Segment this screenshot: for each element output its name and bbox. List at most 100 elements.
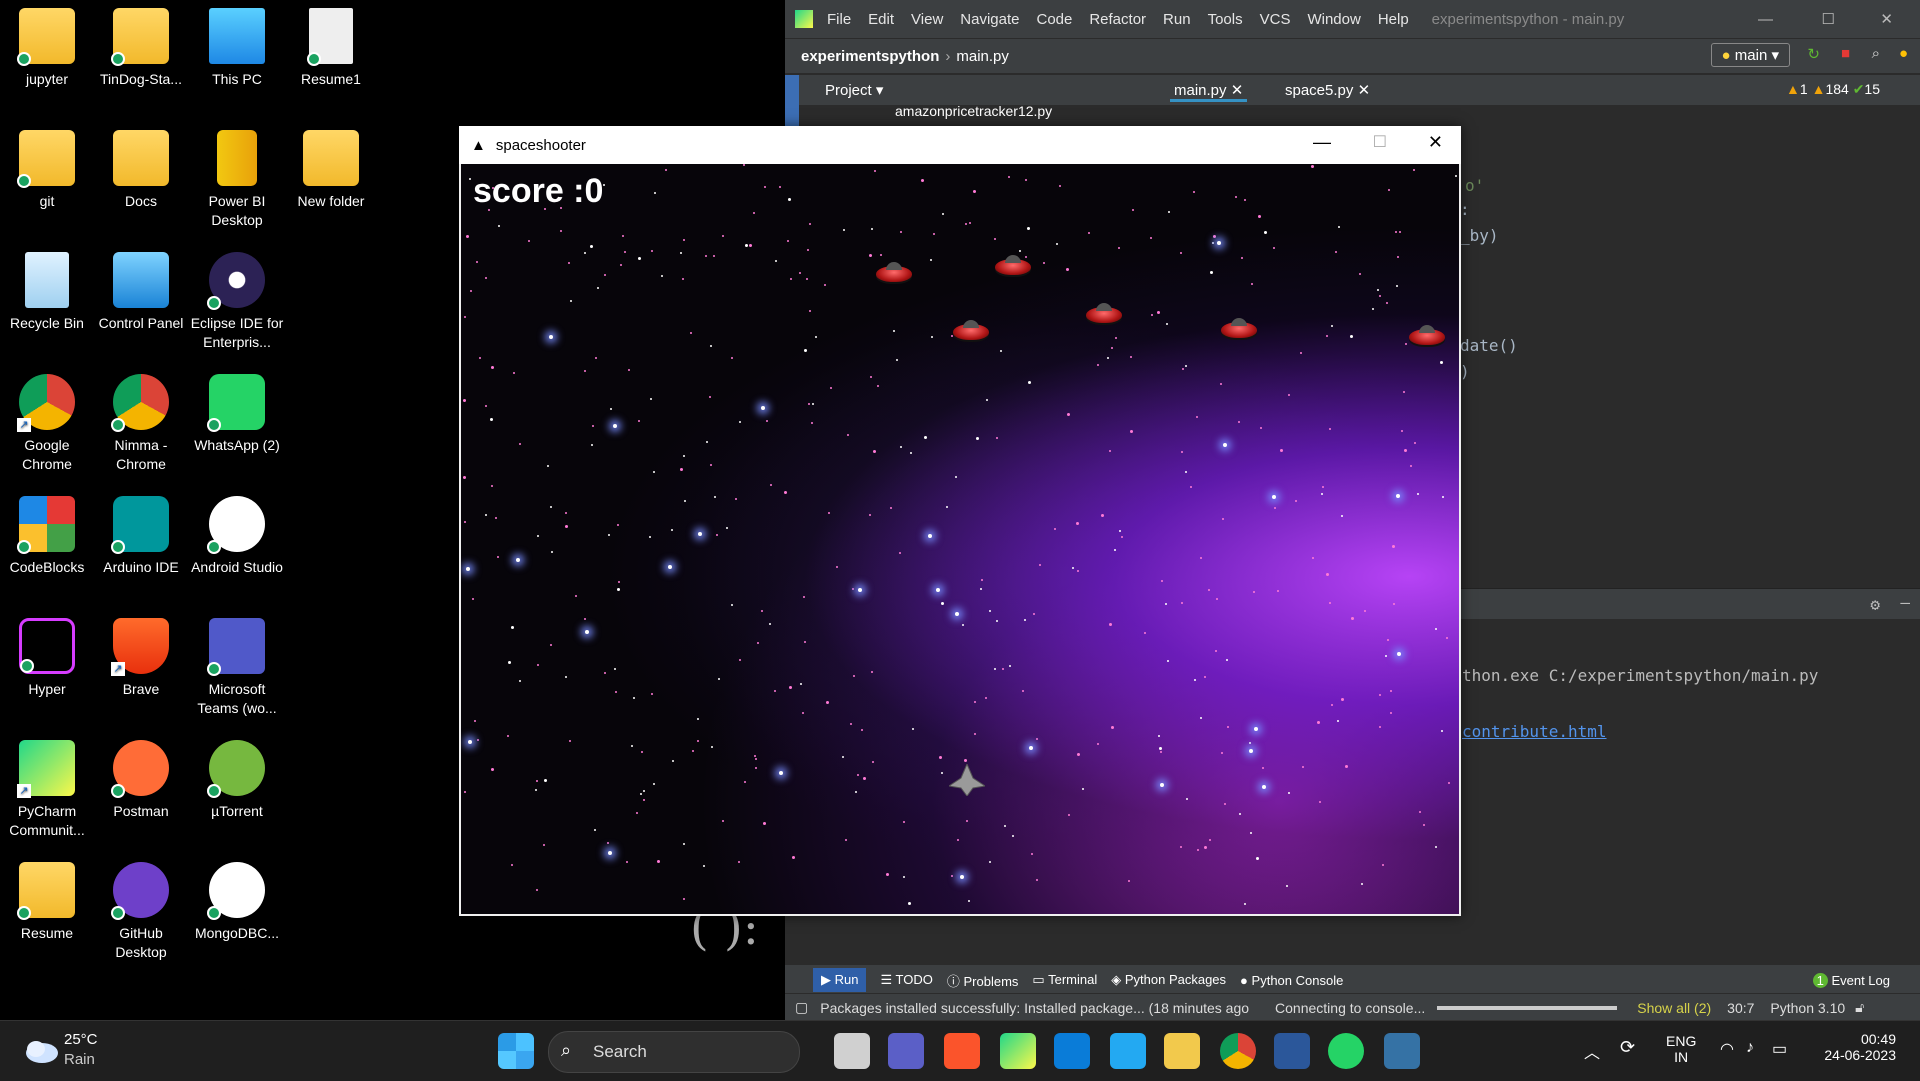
status-message[interactable]: Packages installed successfully: Install… [820,1000,1249,1016]
desktop-icon-utorrent[interactable]: µTorrent [190,740,284,821]
word-icon[interactable] [1274,1033,1310,1069]
teams-chat-icon[interactable] [888,1033,924,1069]
desktop-icon-hyper[interactable]: Hyper [0,618,94,699]
maximize-icon[interactable]: ☐ [1822,10,1835,28]
menu-navigate[interactable]: Navigate [960,11,1019,28]
menu-refactor[interactable]: Refactor [1089,11,1146,28]
desktop-icon-recycle-bin[interactable]: Recycle Bin [0,252,94,333]
desktop-icon-resume1[interactable]: Resume1 [284,8,378,89]
windows-start-icon[interactable] [498,1033,534,1069]
wifi-icon[interactable]: ◠ [1720,1039,1734,1059]
desktop-icon-arduino[interactable]: Arduino IDE [94,496,188,577]
sync-icon[interactable]: ⟳ [1620,1037,1635,1058]
volume-icon[interactable]: ♪ [1746,1039,1754,1057]
breadcrumb-project[interactable]: experimentspython [801,48,939,65]
desktop-icon-nimma-chrome[interactable]: Nimma - Chrome [94,374,188,474]
pycharm-icon[interactable] [1000,1033,1036,1069]
tab-todo[interactable]: ☰ TODO [880,972,932,988]
desktop-icon-teams[interactable]: Microsoft Teams (wo... [190,618,284,718]
chevron-up-icon[interactable]: ︿ [1584,1039,1600,1063]
desktop-icon-pycharm[interactable]: ↗ PyCharm Communit... [0,740,94,840]
desktop-icon-android-studio[interactable]: Android Studio [190,496,284,577]
desktop-icon-whatsapp[interactable]: WhatsApp (2) [190,374,284,455]
breadcrumb-file[interactable]: main.py [956,48,1009,65]
brave-icon[interactable] [944,1033,980,1069]
clock[interactable]: 00:49 24-06-2023 [1824,1031,1896,1063]
rerun-icon[interactable]: ↻ [1807,45,1820,63]
menu-code[interactable]: Code [1036,11,1072,28]
desktop-icon-brave[interactable]: ↗ Brave [94,618,188,699]
menu-file[interactable]: File [827,11,851,28]
desktop-icon-resume[interactable]: Resume [0,862,94,943]
cursor-position[interactable]: 30:7 [1727,1000,1754,1016]
run-console[interactable]: ⚙ — thon.exe C:/experimentspython/main.p… [1460,588,1920,963]
desktop-icon-google-chrome[interactable]: ↗ Google Chrome [0,374,94,474]
search-box[interactable]: ⌕ Search [548,1031,800,1073]
menu-tools[interactable]: Tools [1208,11,1243,28]
python-running-icon[interactable] [1384,1033,1420,1069]
tab-problems[interactable]: ⓘ Problems [947,971,1019,990]
desktop-icon-tindog[interactable]: TinDog-Sta... [94,8,188,89]
tab-python-packages[interactable]: ◈ Python Packages [1111,972,1226,988]
desktop-icon-this-pc[interactable]: This PC [190,8,284,89]
menu-help[interactable]: Help [1378,11,1409,28]
hide-panel-icon[interactable]: — [1900,593,1910,612]
task-view-icon[interactable] [834,1033,870,1069]
tab-event-log[interactable]: 1 Event Log [1812,972,1890,988]
minimize-icon[interactable]: — [1313,132,1331,153]
tab-python-console[interactable]: ● Python Console [1240,973,1343,988]
interpreter-label[interactable]: Python 3.10 [1770,1000,1845,1016]
desktop-icon-git[interactable]: git [0,130,94,211]
stop-icon[interactable]: ■ [1841,45,1850,62]
desktop-icon-eclipse[interactable]: Eclipse IDE for Enterpris... [190,252,284,352]
language-indicator[interactable]: ENG IN [1666,1033,1696,1065]
menu-window[interactable]: Window [1307,11,1360,28]
show-all-link[interactable]: Show all (2) [1637,1000,1711,1016]
gear-icon[interactable]: ⚙ [1870,595,1880,614]
game-canvas[interactable]: score :0 [461,164,1459,914]
desktop-icon-codeblocks[interactable]: CodeBlocks [0,496,94,577]
close-tab-icon[interactable]: ✕ [1231,82,1244,99]
close-icon[interactable]: ✕ [1880,10,1893,28]
weather-cloud-icon[interactable] [22,1031,62,1071]
tab-terminal[interactable]: ▭ Terminal [1032,972,1097,988]
notification-icon[interactable]: ● [1899,45,1908,62]
vscode-icon[interactable] [1110,1033,1146,1069]
project-view-selector[interactable]: Project ▾ [825,81,883,99]
minimize-icon[interactable]: — [1758,11,1773,28]
tab-space5-py[interactable]: space5.py ✕ [1285,81,1370,99]
desktop-icon-postman[interactable]: Postman [94,740,188,821]
desktop-icon-control-panel[interactable]: Control Panel [94,252,188,333]
close-tab-icon[interactable]: ✕ [1358,82,1371,99]
chrome-icon[interactable] [1220,1033,1256,1069]
desktop-icon-docs[interactable]: Docs [94,130,188,211]
score-label: score :0 [473,172,604,210]
desktop-icon-jupyter[interactable]: jupyter [0,8,94,89]
inspection-widget[interactable]: ▲1 ▲184 ✔15 [1786,81,1880,98]
output-link[interactable]: contribute.html [1462,722,1607,741]
maximize-icon[interactable]: ☐ [1373,132,1387,152]
desktop-icon-new-folder[interactable]: New folder [284,130,378,211]
project-file-item[interactable]: amazonpricetracker12.py [895,103,1052,119]
lock-icon[interactable]: 🔓︎ [1855,999,1864,1016]
menu-run[interactable]: Run [1163,11,1191,28]
desktop-icon-mongodb[interactable]: MongoDBC... [190,862,284,943]
mail-icon[interactable] [1054,1033,1090,1069]
whatsapp-icon[interactable] [1328,1033,1364,1069]
weather-temp[interactable]: 25°C [64,1031,98,1048]
code-editor[interactable]: o' : _by) date() ) [1460,108,1920,588]
menu-vcs[interactable]: VCS [1260,11,1291,28]
desktop-icon-github-desktop[interactable]: GitHub Desktop [94,862,188,962]
desktop-icon-power-bi[interactable]: Power BI Desktop [190,130,284,230]
close-icon[interactable]: ✕ [1428,132,1443,153]
layout-icon[interactable]: ▢ [795,999,808,1016]
branch-selector[interactable]: ● main ▾ [1710,43,1790,67]
menu-view[interactable]: View [911,11,943,28]
battery-icon[interactable]: ▭ [1772,1039,1787,1059]
weather-desc[interactable]: Rain [64,1051,95,1068]
menu-edit[interactable]: Edit [868,11,894,28]
file-explorer-icon[interactable] [1164,1033,1200,1069]
search-icon[interactable]: ⌕ [1872,45,1880,62]
tab-run[interactable]: ▶ Run [813,968,867,992]
tab-main-py[interactable]: main.py ✕ [1170,81,1248,102]
